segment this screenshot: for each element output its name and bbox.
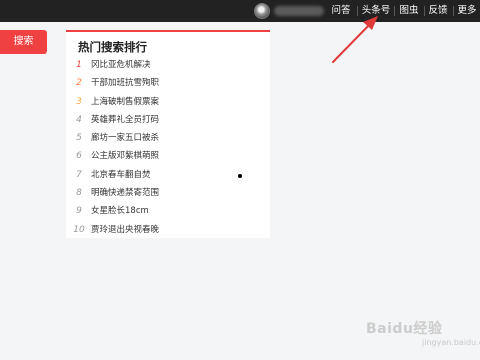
nav-wenda[interactable]: 问答 xyxy=(330,0,352,22)
hot-search-text[interactable]: 明确快递禁寄范围 xyxy=(91,188,159,198)
hot-search-text[interactable]: 廊坊一家五口被杀 xyxy=(91,133,159,143)
hot-search-text[interactable]: 北京春车翻自焚 xyxy=(91,170,151,180)
hot-search-item[interactable]: 10 贾玲退出央视春晚 xyxy=(66,221,270,239)
hot-search-text[interactable]: 贾玲退出央视春晚 xyxy=(91,225,159,235)
mouse-cursor-dot xyxy=(238,174,242,178)
watermark-url: jingyan.baidu.com xyxy=(422,338,480,347)
rank-number: 4 xyxy=(76,114,82,125)
rank-number: 6 xyxy=(76,151,82,162)
user-avatar[interactable] xyxy=(254,3,270,19)
hot-search-title: 热门搜索排行 xyxy=(78,40,147,54)
hot-search-text[interactable]: 英雄葬礼全员打码 xyxy=(91,115,159,125)
hot-search-item[interactable]: 9 女星脸长18cm xyxy=(66,202,270,220)
hot-search-panel: 热门搜索排行 1 冈比亚危机解决 2 干部加班抗雪殉职 3 上海破制售假票案 4 英雄葬… xyxy=(66,30,270,238)
top-navigation-bar: 问答 头条号 图虫 反馈 更多 xyxy=(0,0,480,22)
hot-search-text[interactable]: 干部加班抗雪殉职 xyxy=(91,78,159,88)
rank-number: 3 xyxy=(76,96,82,107)
hot-search-item[interactable]: 3 上海破制售假票案 xyxy=(66,93,270,111)
nav-more[interactable]: 更多 xyxy=(456,0,478,22)
hot-search-text[interactable]: 上海破制售假票案 xyxy=(91,97,159,107)
hot-search-text[interactable]: 公主版邓紫棋萌照 xyxy=(91,151,159,161)
nav-divider xyxy=(394,6,395,16)
rank-number: 1 xyxy=(76,60,82,70)
nav-toutiaohao[interactable]: 头条号 xyxy=(359,0,393,22)
nav-tuchong[interactable]: 图虫 xyxy=(397,0,421,22)
hot-search-item[interactable]: 1 冈比亚危机解决 xyxy=(66,56,270,74)
username-blurred[interactable] xyxy=(274,6,324,16)
rank-number: 8 xyxy=(76,188,82,199)
nav-feedback[interactable]: 反馈 xyxy=(426,0,450,22)
hot-search-item[interactable]: 2 干部加班抗雪殉职 xyxy=(66,74,270,92)
rank-number: 2 xyxy=(76,78,82,89)
hot-search-item[interactable]: 6 公主版邓紫棋萌照 xyxy=(66,147,270,165)
nav-divider xyxy=(357,6,358,16)
hot-search-item[interactable]: 8 明确快递禁寄范围 xyxy=(66,184,270,202)
hot-search-text[interactable]: 冈比亚危机解决 xyxy=(91,60,151,70)
nav-divider xyxy=(424,6,425,16)
search-button[interactable]: 搜索 xyxy=(0,30,47,54)
hot-search-list: 1 冈比亚危机解决 2 干部加班抗雪殉职 3 上海破制售假票案 4 英雄葬礼全员打码 5… xyxy=(66,56,270,239)
rank-number: 5 xyxy=(76,133,82,144)
hot-search-item[interactable]: 4 英雄葬礼全员打码 xyxy=(66,111,270,129)
rank-number: 9 xyxy=(76,206,82,217)
nav-divider xyxy=(453,6,454,16)
rank-number: 10 xyxy=(73,224,85,235)
watermark-brand: Baidu经验 xyxy=(366,321,443,337)
hot-search-text[interactable]: 女星脸长18cm xyxy=(91,206,149,216)
rank-number: 7 xyxy=(76,169,82,180)
hot-search-item[interactable]: 5 廊坊一家五口被杀 xyxy=(66,129,270,147)
